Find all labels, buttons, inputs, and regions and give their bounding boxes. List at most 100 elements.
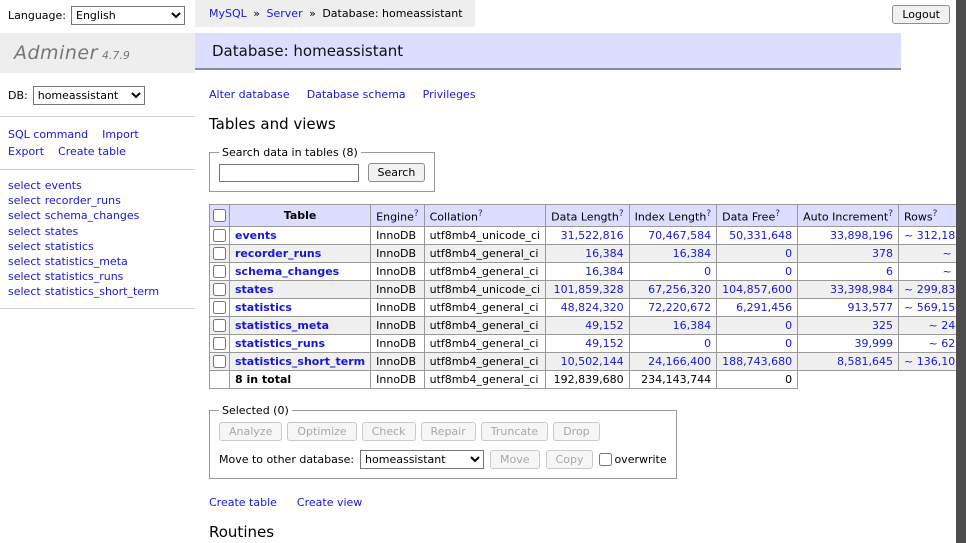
copy-button[interactable]: Copy [546, 450, 594, 469]
truncate-button[interactable]: Truncate [481, 422, 548, 441]
create-table-sidebar-link[interactable]: Create table [58, 145, 126, 158]
table-link-statistics_meta[interactable]: statistics_meta [235, 319, 329, 332]
data-free-link[interactable]: 0 [785, 247, 792, 260]
search-button[interactable]: Search [368, 163, 426, 182]
row-checkbox-statistics_runs[interactable] [213, 337, 226, 350]
data-length-link[interactable]: 101,859,328 [554, 283, 624, 296]
table-link-recorder_runs[interactable]: recorder_runs [235, 247, 321, 260]
index-length-link[interactable]: 72,220,672 [648, 301, 711, 314]
auto-increment-link[interactable]: 33,898,196 [830, 229, 893, 242]
column-help-link[interactable]: ? [414, 209, 419, 219]
overwrite-checkbox[interactable] [599, 453, 612, 466]
sidebar-select-events-link[interactable]: select [8, 179, 41, 192]
data-length-link[interactable]: 16,384 [585, 265, 624, 278]
data-free-link[interactable]: 0 [785, 265, 792, 278]
data-free-link[interactable]: 50,331,648 [729, 229, 792, 242]
sidebar-table-statistics-link[interactable]: statistics [45, 240, 94, 253]
rows-count-link[interactable]: ~ 569,159 [904, 301, 962, 314]
analyze-button[interactable]: Analyze [219, 422, 282, 441]
table-link-statistics_short_term[interactable]: statistics_short_term [235, 355, 365, 368]
row-checkbox-schema_changes[interactable] [213, 265, 226, 278]
import-link[interactable]: Import [102, 128, 139, 141]
sidebar-table-events-link[interactable]: events [45, 179, 82, 192]
data-length-link[interactable]: 31,522,816 [561, 229, 624, 242]
table-link-statistics_runs[interactable]: statistics_runs [235, 337, 325, 350]
breadcrumb-mysql-link[interactable]: MySQL [209, 7, 247, 20]
sidebar-select-statistics-link[interactable]: select [8, 240, 41, 253]
sidebar-table-statistics_runs-link[interactable]: statistics_runs [45, 270, 124, 283]
sidebar-table-schema_changes-link[interactable]: schema_changes [45, 209, 140, 222]
column-help-link[interactable]: ? [933, 209, 938, 219]
data-length-link[interactable]: 49,152 [585, 319, 624, 332]
row-checkbox-statistics[interactable] [213, 301, 226, 314]
sidebar-table-statistics_short_term-link[interactable]: statistics_short_term [45, 285, 159, 298]
optimize-button[interactable]: Optimize [287, 422, 356, 441]
index-length-link[interactable]: 67,256,320 [648, 283, 711, 296]
drop-button[interactable]: Drop [553, 422, 599, 441]
auto-increment-link[interactable]: 913,577 [848, 301, 894, 314]
sql-command-link[interactable]: SQL command [8, 128, 88, 141]
data-free-link[interactable]: 104,857,600 [722, 283, 792, 296]
auto-increment-link[interactable]: 33,398,984 [830, 283, 893, 296]
index-length-link[interactable]: 70,467,584 [648, 229, 711, 242]
sidebar-table-statistics_meta-link[interactable]: statistics_meta [45, 255, 128, 268]
auto-increment-link[interactable]: 39,999 [855, 337, 894, 350]
rows-count-link[interactable]: ~ 312,180 [904, 229, 962, 242]
sidebar-table-states-link[interactable]: states [45, 225, 79, 238]
auto-increment-link[interactable]: 325 [872, 319, 893, 332]
move-button[interactable]: Move [490, 450, 540, 469]
row-checkbox-states[interactable] [213, 283, 226, 296]
row-checkbox-statistics_short_term[interactable] [213, 355, 226, 368]
export-link[interactable]: Export [8, 145, 44, 158]
select-all-checkbox[interactable] [213, 209, 226, 222]
sidebar-select-statistics_short_term-link[interactable]: select [8, 285, 41, 298]
db-select[interactable]: homeassistant [33, 86, 145, 105]
privileges-link[interactable]: Privileges [423, 88, 476, 101]
data-length-link[interactable]: 10,502,144 [561, 355, 624, 368]
column-help-link[interactable]: ? [619, 209, 624, 219]
create-view-link[interactable]: Create view [297, 496, 362, 509]
row-checkbox-events[interactable] [213, 229, 226, 242]
create-table-link[interactable]: Create table [209, 496, 277, 509]
rows-count-link[interactable]: ~ 299,833 [904, 283, 962, 296]
search-input[interactable] [219, 164, 359, 182]
row-checkbox-recorder_runs[interactable] [213, 247, 226, 260]
language-select[interactable]: English [71, 6, 185, 25]
table-link-events[interactable]: events [235, 229, 277, 242]
column-help-link[interactable]: ? [888, 209, 893, 219]
index-length-link[interactable]: 24,166,400 [648, 355, 711, 368]
rows-count-link[interactable]: ~ 136,108 [904, 355, 962, 368]
logout-button[interactable]: Logout [892, 5, 950, 24]
data-free-link[interactable]: 6,291,456 [736, 301, 792, 314]
data-free-link[interactable]: 188,743,680 [722, 355, 792, 368]
sidebar-select-statistics_runs-link[interactable]: select [8, 270, 41, 283]
column-help-link[interactable]: ? [775, 209, 780, 219]
table-link-schema_changes[interactable]: schema_changes [235, 265, 339, 278]
data-length-link[interactable]: 48,824,320 [561, 301, 624, 314]
column-help-link[interactable]: ? [478, 209, 483, 219]
sidebar-select-recorder_runs-link[interactable]: select [8, 194, 41, 207]
sidebar-select-states-link[interactable]: select [8, 225, 41, 238]
data-free-link[interactable]: 0 [785, 319, 792, 332]
repair-button[interactable]: Repair [421, 422, 476, 441]
database-schema-link[interactable]: Database schema [307, 88, 406, 101]
data-length-link[interactable]: 16,384 [585, 247, 624, 260]
check-button[interactable]: Check [362, 422, 416, 441]
row-checkbox-statistics_meta[interactable] [213, 319, 226, 332]
column-help-link[interactable]: ? [706, 209, 711, 219]
data-free-link[interactable]: 0 [785, 337, 792, 350]
table-link-states[interactable]: states [235, 283, 274, 296]
index-length-link[interactable]: 16,384 [673, 247, 712, 260]
index-length-link[interactable]: 0 [704, 265, 711, 278]
table-link-statistics[interactable]: statistics [235, 301, 292, 314]
vertical-scrollbar[interactable] [956, 0, 966, 543]
index-length-link[interactable]: 0 [704, 337, 711, 350]
auto-increment-link[interactable]: 378 [872, 247, 893, 260]
data-length-link[interactable]: 49,152 [585, 337, 624, 350]
auto-increment-link[interactable]: 8,581,645 [837, 355, 893, 368]
alter-database-link[interactable]: Alter database [209, 88, 290, 101]
sidebar-select-schema_changes-link[interactable]: select [8, 209, 41, 222]
breadcrumb-server-link[interactable]: Server [267, 7, 303, 20]
sidebar-table-recorder_runs-link[interactable]: recorder_runs [45, 194, 121, 207]
index-length-link[interactable]: 16,384 [673, 319, 712, 332]
